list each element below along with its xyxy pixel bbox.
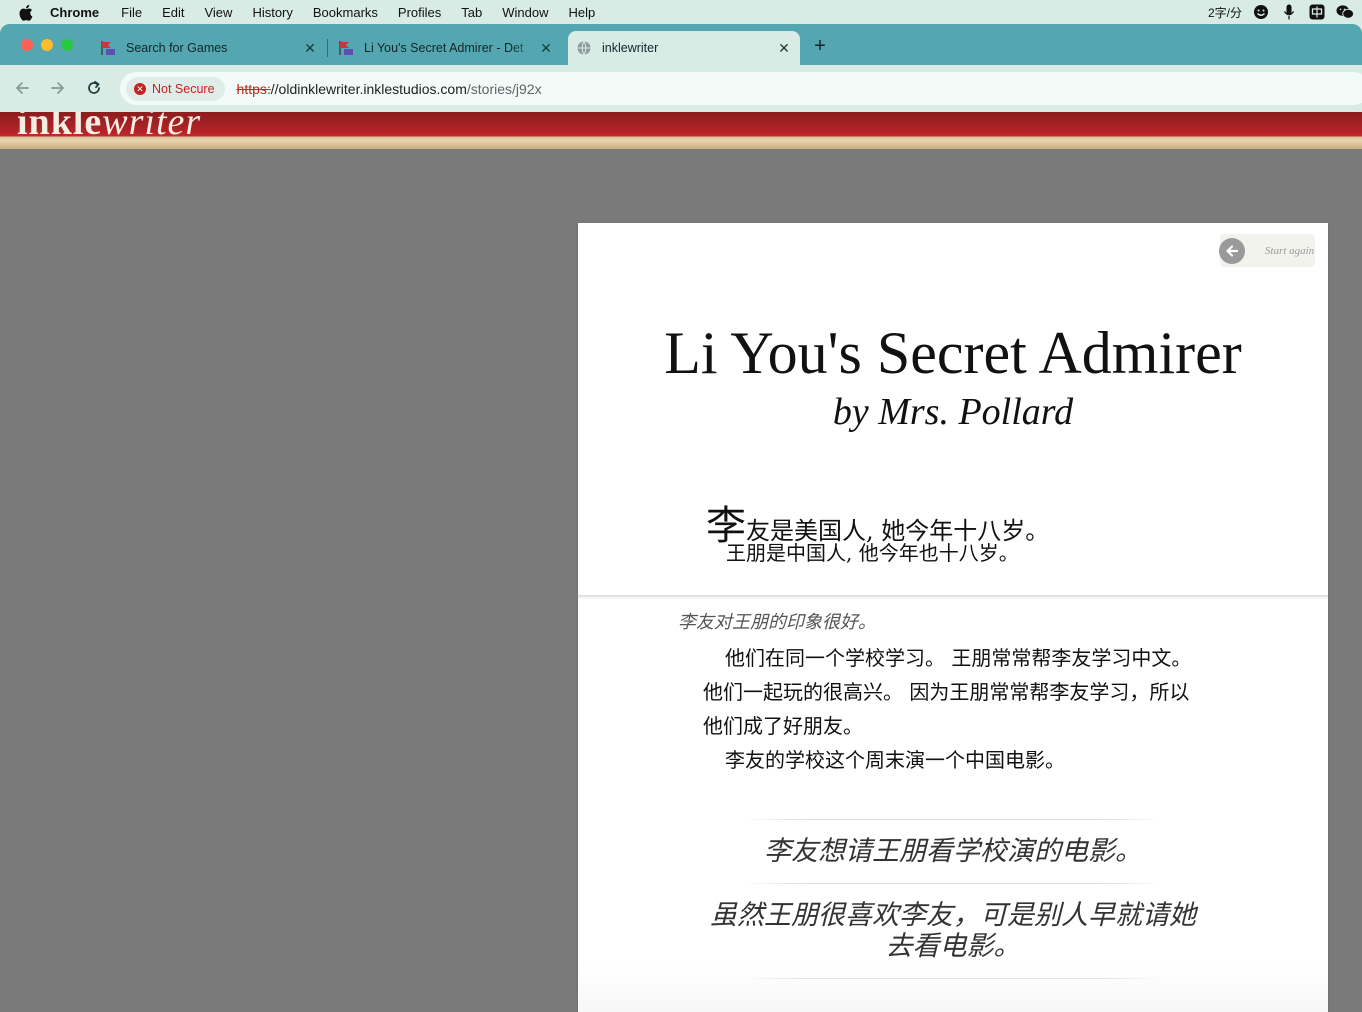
window-close-button[interactable]	[21, 39, 33, 51]
menu-file[interactable]: File	[121, 5, 142, 20]
tab-title: Search for Games	[126, 41, 228, 55]
back-arrow-icon[interactable]	[12, 78, 32, 98]
story-page: Start again Li You's Secret Admirer by M…	[578, 223, 1328, 1012]
tab-strip: Search for Games ✕ Li You's Secret Admir…	[0, 24, 1362, 65]
wechat-icon[interactable]	[1336, 3, 1354, 21]
inklewriter-logo[interactable]: inklewriter	[17, 112, 201, 144]
menu-app-chrome[interactable]: Chrome	[50, 5, 99, 20]
not-secure-label: Not Secure	[152, 81, 215, 96]
macos-menu-bar: Chrome File Edit View History Bookmarks …	[0, 0, 1362, 24]
page-bottom-fade	[578, 963, 1328, 1012]
tab-title: Li You's Secret Admirer - Det	[364, 41, 524, 55]
page-viewport: inklewriter Start again Li You's Secret …	[0, 112, 1362, 1012]
tab-title: inklewriter	[602, 41, 659, 55]
apple-menu-icon[interactable]	[18, 4, 36, 21]
reload-icon[interactable]	[84, 78, 104, 98]
url-host: //oldinklewriter.inklestudios.com	[270, 80, 467, 97]
tab-search-for-games[interactable]: Search for Games ✕	[92, 31, 324, 65]
back-arrow-circle-icon	[1219, 237, 1245, 264]
menu-extras: 2字/分	[1208, 0, 1354, 24]
start-again-label: Start again	[1265, 244, 1315, 257]
opening-line-2: 王朋是中国人, 他今年也十八岁。	[726, 541, 1019, 565]
url-path: /stories/j92x	[466, 80, 542, 97]
tab-close-icon[interactable]: ✕	[776, 40, 792, 56]
logo-italic-part: writer	[102, 112, 202, 143]
forward-arrow-icon[interactable]	[48, 78, 68, 98]
story-body: 他们在同一个学校学习。 王朋常常帮李友学习中文。 他们一起玩的很高兴。 因为王朋…	[703, 641, 1208, 777]
window-fullscreen-button[interactable]	[61, 39, 73, 51]
inklewriter-favicon-icon	[100, 40, 116, 56]
tab-inklewriter-active[interactable]: inklewriter ✕	[568, 31, 800, 65]
story-title: Li You's Secret Admirer	[664, 320, 1242, 386]
url-scheme: https:	[236, 80, 271, 97]
tab-close-icon[interactable]: ✕	[302, 40, 318, 56]
choice-options: 李友想请王朋看学校演的电影。 虽然王朋很喜欢李友，可是别人早就请她去看电影。	[578, 819, 1328, 979]
previous-choice-text: 李友对王朋的印象很好。	[678, 612, 876, 633]
tab-separator	[327, 39, 328, 57]
menu-profiles[interactable]: Profiles	[398, 5, 441, 20]
window-minimize-button[interactable]	[41, 39, 53, 51]
microphone-icon[interactable]	[1280, 3, 1298, 21]
inklewriter-favicon-icon	[338, 40, 354, 56]
chinese-input-icon[interactable]	[1308, 3, 1326, 21]
story-paragraph: 李友的学校这个周末演一个中国电影。	[725, 748, 1065, 772]
url-text[interactable]: https://oldinklewriter.inklestudios.com/…	[237, 81, 542, 97]
choice-option-1[interactable]: 李友想请王朋看学校演的电影。	[703, 820, 1203, 883]
story-paragraph: 他们在同一个学校学习。 王朋常常帮李友学习中文。 他们一起玩的很高兴。 因为王朋…	[703, 646, 1192, 738]
story-author: by Mrs. Pollard	[832, 391, 1074, 433]
logo-bold-part: inkle	[17, 112, 103, 143]
site-header-banner: inklewriter	[0, 112, 1362, 149]
browser-window: Search for Games ✕ Li You's Secret Admir…	[0, 24, 1362, 1012]
start-again-button[interactable]: Start again	[1219, 234, 1315, 267]
input-method-indicator[interactable]: 2字/分	[1208, 4, 1242, 21]
tab-li-you-secret-admirer[interactable]: Li You's Secret Admirer - Det ✕	[330, 31, 562, 65]
menu-edit[interactable]: Edit	[162, 5, 184, 20]
emoji-icon[interactable]	[1252, 3, 1270, 21]
not-secure-icon: ✕	[134, 82, 146, 95]
browser-toolbar: ✕ Not Secure https://oldinklewriter.inkl…	[0, 65, 1362, 112]
not-secure-chip[interactable]: ✕ Not Secure	[126, 76, 225, 101]
menu-window[interactable]: Window	[502, 5, 548, 20]
new-tab-plus-icon[interactable]: +	[810, 35, 830, 57]
menu-history[interactable]: History	[252, 5, 292, 20]
menu-tab[interactable]: Tab	[461, 5, 482, 20]
address-bar[interactable]: ✕ Not Secure https://oldinklewriter.inkl…	[120, 72, 1362, 105]
menu-bookmarks[interactable]: Bookmarks	[313, 5, 378, 20]
section-divider	[578, 595, 1328, 599]
menu-help[interactable]: Help	[569, 5, 596, 20]
globe-icon	[576, 40, 592, 56]
tab-close-icon[interactable]: ✕	[538, 40, 554, 56]
menu-view[interactable]: View	[204, 5, 232, 20]
